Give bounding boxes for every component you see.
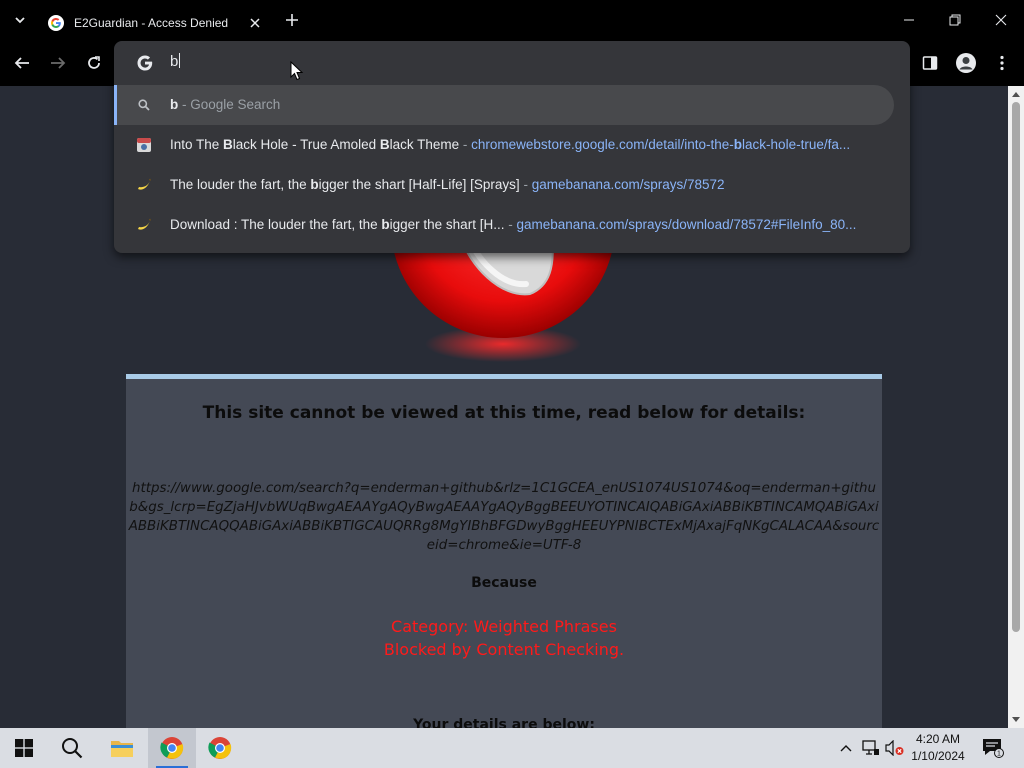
suggestion-url: chromewebstore.google.com/detail/into-th… xyxy=(471,137,851,152)
windows-taskbar: 4:20 AM 1/10/2024 1 xyxy=(0,728,1024,768)
search-icon[interactable] xyxy=(48,728,96,768)
omnibox-dropdown: b b - Google Search Into The Black Hole … xyxy=(114,41,910,253)
tab-search-chevron-icon[interactable] xyxy=(8,8,32,32)
back-arrow-icon[interactable] xyxy=(10,51,34,75)
minimize-icon[interactable] xyxy=(886,0,932,40)
taskbar-chrome-active-icon[interactable] xyxy=(148,728,196,768)
profile-avatar-icon[interactable] xyxy=(954,51,978,75)
scrollbar-thumb[interactable] xyxy=(1012,102,1020,632)
suggestion-url: gamebanana.com/sprays/download/78572#Fil… xyxy=(516,217,857,232)
file-explorer-icon[interactable] xyxy=(98,728,146,768)
google-g-icon xyxy=(137,55,153,71)
clock-date: 1/10/2024 xyxy=(911,749,965,763)
clock-time: 4:20 AM xyxy=(915,732,961,746)
magnifier-icon xyxy=(136,97,152,113)
tab-close-icon[interactable] xyxy=(246,14,264,32)
suggestion-gamebanana-download[interactable]: Download : The louder the fart, the bigg… xyxy=(114,205,910,245)
details-heading: Your details are below: xyxy=(413,717,595,728)
tab-title: E2Guardian - Access Denied xyxy=(74,16,229,30)
close-window-icon[interactable] xyxy=(978,0,1024,40)
title-bar: E2Guardian - Access Denied xyxy=(0,0,1024,40)
notifications-icon[interactable]: 1 xyxy=(978,728,1008,768)
scroll-up-arrow-icon[interactable] xyxy=(1008,86,1024,102)
tray-chevron-up-icon[interactable] xyxy=(836,728,856,768)
suggestion-url: gamebanana.com/sprays/78572 xyxy=(531,177,725,192)
start-windows-icon[interactable] xyxy=(0,728,48,768)
browser-tab[interactable]: E2Guardian - Access Denied xyxy=(38,6,270,40)
block-reason: Category: Weighted Phrases Blocked by Co… xyxy=(126,615,882,661)
notification-count: 1 xyxy=(997,751,1001,758)
volume-muted-icon[interactable] xyxy=(884,728,906,768)
suggestion-text-bold: b xyxy=(170,97,179,112)
taskbar-chrome-icon[interactable] xyxy=(196,728,244,768)
block-category: Category: Weighted Phrases xyxy=(391,617,617,636)
side-panel-icon[interactable] xyxy=(918,51,942,75)
suggestion-chromewebstore[interactable]: Into The Black Hole - True Amoled Black … xyxy=(114,125,910,165)
address-input[interactable]: b xyxy=(170,53,181,70)
scroll-down-arrow-icon[interactable] xyxy=(1008,712,1024,728)
suggestion-text: - Google Search xyxy=(178,97,281,112)
message-panel: This site cannot be viewed at this time,… xyxy=(126,374,882,728)
network-icon[interactable] xyxy=(860,728,882,768)
suggestion-gamebanana-sprays[interactable]: The louder the fart, the bigger the shar… xyxy=(114,165,910,205)
banana-icon xyxy=(136,177,152,193)
vertical-scrollbar[interactable] xyxy=(1008,86,1024,728)
mouse-cursor-icon xyxy=(290,61,304,81)
browser-menu-icon[interactable] xyxy=(990,51,1014,75)
banana-icon xyxy=(136,217,152,233)
forward-arrow-icon[interactable] xyxy=(46,51,70,75)
extension-favicon xyxy=(136,137,152,153)
new-tab-plus-icon[interactable] xyxy=(282,10,302,30)
block-method: Blocked by Content Checking. xyxy=(383,640,625,659)
blocked-url: https://www.google.com/search?q=enderman… xyxy=(128,481,880,553)
suggestion-google-search[interactable]: b - Google Search xyxy=(114,85,894,125)
page-heading: This site cannot be viewed at this time,… xyxy=(202,403,806,423)
system-clock[interactable]: 4:20 AM 1/10/2024 xyxy=(906,731,970,765)
restore-icon[interactable] xyxy=(932,0,978,40)
address-bar[interactable]: b xyxy=(114,41,910,85)
reload-icon[interactable] xyxy=(82,51,106,75)
because-label: Because xyxy=(471,575,537,591)
google-favicon-icon xyxy=(48,15,64,31)
